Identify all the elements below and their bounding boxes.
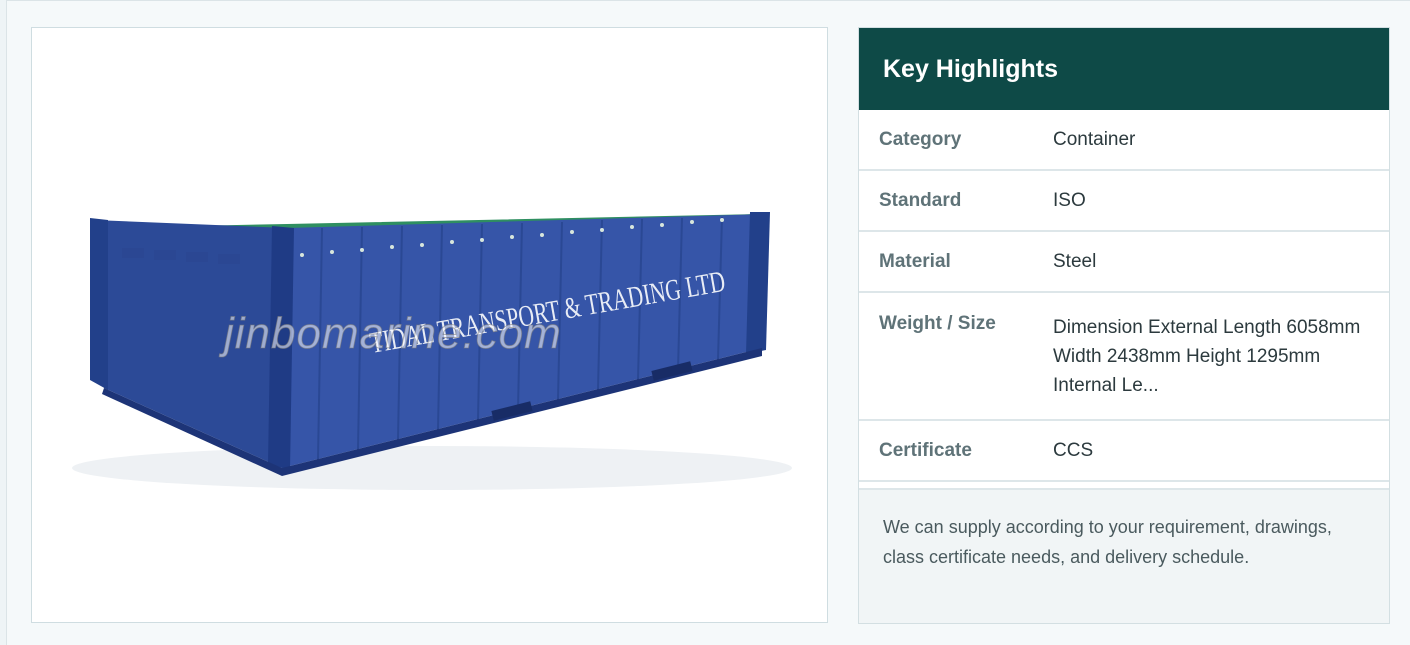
panel-title: Key Highlights	[883, 54, 1059, 83]
spec-label: Material	[879, 250, 951, 272]
page: TIDAL TRANSPORT & TRADING LTD jinbomarin…	[6, 0, 1410, 645]
spec-label: Weight / Size	[879, 313, 996, 334]
spec-row-standard: Standard ISO	[859, 171, 1389, 232]
spec-row-category: Category Container	[859, 110, 1389, 171]
spec-value: Container	[1053, 129, 1136, 150]
spec-label: Standard	[879, 189, 962, 211]
spec-row-certificate: Certificate CCS	[859, 421, 1389, 482]
supply-note: We can supply according to your requirem…	[859, 488, 1389, 623]
spec-label: Category	[879, 128, 962, 150]
spec-row-material: Material Steel	[859, 232, 1389, 293]
spec-value: ISO	[1053, 190, 1086, 211]
key-highlights-panel: Key Highlights Category Container Standa…	[858, 27, 1390, 624]
product-image-card[interactable]: TIDAL TRANSPORT & TRADING LTD jinbomarin…	[31, 27, 828, 623]
spec-value: Dimension External Length 6058mm Width 2…	[1053, 316, 1361, 396]
spec-value: CCS	[1053, 440, 1094, 461]
watermark: jinbomarine.com	[224, 309, 562, 359]
spec-row-weight-size: Weight / Size Dimension External Length …	[859, 293, 1389, 421]
spec-value: Steel	[1053, 251, 1097, 272]
panel-header: Key Highlights	[859, 28, 1389, 110]
spec-label: Certificate	[879, 439, 972, 461]
